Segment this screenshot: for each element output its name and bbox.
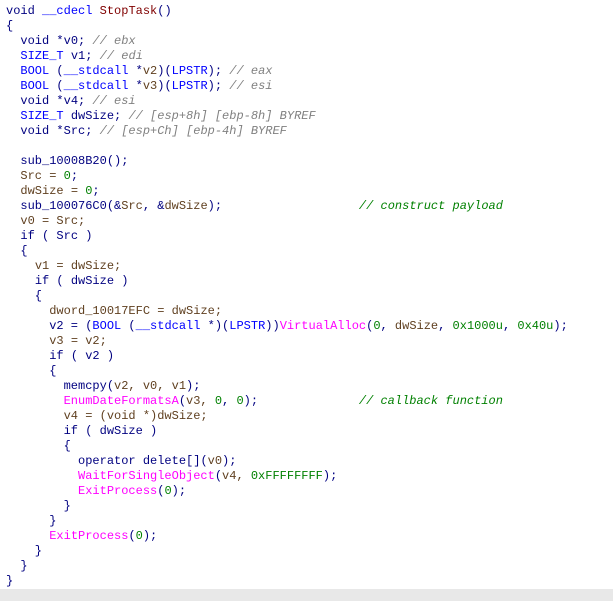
decl-v2-name: v2 — [143, 64, 157, 78]
edf-arg1: v3, — [186, 394, 215, 408]
cast-cc: __stdcall — [136, 319, 201, 333]
va-a1: dwSize — [395, 319, 438, 333]
decl-dw: dwSize; — [64, 109, 129, 123]
code-listing: void __cdecl StopTask() { void *v0; // e… — [0, 0, 613, 589]
decl-src: void *Src; — [20, 124, 99, 138]
call-sub2: sub_100076C0 — [20, 199, 106, 213]
wfso-n: 0xFFFFFFFF — [251, 469, 323, 483]
cmt-v0: // ebx — [92, 34, 135, 48]
call-opdel: operator delete[] — [78, 454, 200, 468]
if-src: if ( Src ) — [20, 229, 92, 243]
calling-conv: __cdecl — [42, 4, 92, 18]
cmt-dw: // [esp+8h] [ebp-8h] BYREF — [128, 109, 315, 123]
cmt-construct: // construct payload — [359, 199, 503, 213]
decl-v2-lp: LPSTR — [172, 64, 208, 78]
asg-dw0: dwSize = — [20, 184, 85, 198]
opdel-arg: v0 — [208, 454, 222, 468]
asg-glb: = dwSize; — [150, 304, 222, 318]
zero-2: 0 — [85, 184, 92, 198]
if-v2: if ( v2 ) — [49, 349, 114, 363]
edf-z2: 0 — [236, 394, 243, 408]
cmt-callback: // callback function — [359, 394, 503, 408]
asg-v1dw: v1 = dwSize; — [35, 259, 121, 273]
decl-v3-bool: BOOL — [20, 79, 49, 93]
arg-src: Src — [121, 199, 143, 213]
if-dw1: if ( dwSize ) — [35, 274, 129, 288]
decl-v3-lp: LPSTR — [172, 79, 208, 93]
wfso-arg: v4, — [222, 469, 251, 483]
exit-n1: 0 — [164, 484, 171, 498]
cmt-v4: // esi — [92, 94, 135, 108]
exit-n2: 0 — [136, 529, 143, 543]
memcpy-args: v2, v0, v1 — [114, 379, 186, 393]
va-a0: 0 — [373, 319, 380, 333]
cast-lp: LPSTR — [229, 319, 265, 333]
asg-src0: Src = — [20, 169, 63, 183]
edf-z1: 0 — [215, 394, 222, 408]
cmt-src: // [esp+Ch] [ebp-4h] BYREF — [100, 124, 287, 138]
api-wfso: WaitForSingleObject — [78, 469, 215, 483]
decl-v4: void *v4; — [20, 94, 92, 108]
decl-v0: void *v0; — [20, 34, 92, 48]
decl-v1: v1; — [64, 49, 100, 63]
decl-v1-t: SIZE_T — [20, 49, 63, 63]
cmt-v2: // eax — [229, 64, 272, 78]
bottom-bar — [0, 589, 613, 601]
func-name: StopTask — [100, 4, 158, 18]
cmt-v1: // edi — [100, 49, 143, 63]
decl-v3-name: v3 — [143, 79, 157, 93]
decl-v2-bool: BOOL — [20, 64, 49, 78]
asg-v0src: v0 = Src; — [20, 214, 85, 228]
decl-v3-cc: __stdcall — [64, 79, 129, 93]
api-exitprocess1: ExitProcess — [78, 484, 157, 498]
cmt-v3: // esi — [229, 79, 272, 93]
asg-v3v2: v3 = v2; — [49, 334, 107, 348]
va-a3: 0x40u — [517, 319, 553, 333]
ret-type: void — [6, 4, 35, 18]
if-dw2: if ( dwSize ) — [64, 424, 158, 438]
api-virtualalloc: VirtualAlloc — [280, 319, 366, 333]
global-dword: dword_10017EFC — [49, 304, 150, 318]
call-memcpy: memcpy — [64, 379, 107, 393]
decl-v2-cc: __stdcall — [64, 64, 129, 78]
cast-bool: BOOL — [92, 319, 121, 333]
api-exitprocess2: ExitProcess — [49, 529, 128, 543]
decl-dw-t: SIZE_T — [20, 109, 63, 123]
arg-dw: dwSize — [164, 199, 207, 213]
api-enumdateformats: EnumDateFormatsA — [64, 394, 179, 408]
va-a2: 0x1000u — [453, 319, 503, 333]
call-sub1: sub_10008B20 — [20, 154, 106, 168]
zero-1: 0 — [64, 169, 71, 183]
asg-v4: v4 = (void *)dwSize; — [64, 409, 208, 423]
